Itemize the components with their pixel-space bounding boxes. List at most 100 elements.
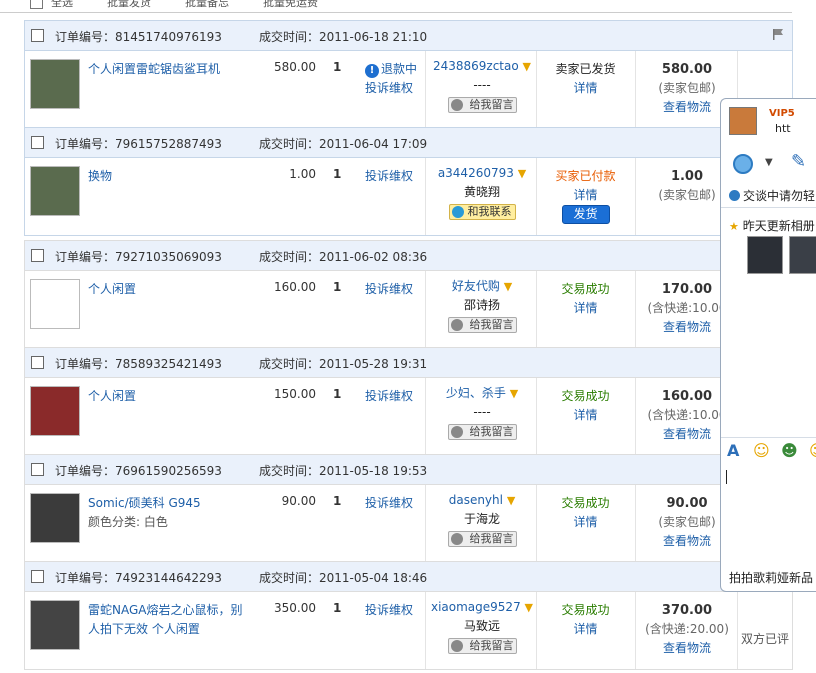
details-link[interactable]: 详情 bbox=[573, 515, 597, 529]
more-emoji-icon[interactable]: ☺ bbox=[809, 441, 816, 460]
album-photo[interactable] bbox=[747, 236, 783, 274]
refund-status-link[interactable]: 退款中 bbox=[381, 62, 417, 76]
product-link[interactable]: 个人闲置 bbox=[88, 389, 136, 403]
buyer-name: ---- bbox=[473, 405, 491, 419]
buyer-id-link[interactable]: 2438869zctao bbox=[433, 59, 519, 73]
total-price: 170.00 bbox=[661, 282, 713, 297]
select-all-label[interactable]: 全选 bbox=[51, 0, 73, 9]
divider bbox=[536, 158, 537, 235]
details-link[interactable]: 详情 bbox=[573, 622, 597, 636]
view-logistics-link[interactable]: 查看物流 bbox=[663, 641, 711, 655]
product-thumbnail[interactable] bbox=[30, 600, 80, 650]
details-link[interactable]: 详情 bbox=[573, 301, 597, 315]
order-checkbox[interactable] bbox=[31, 136, 44, 149]
chat-icon bbox=[450, 533, 463, 545]
unit-price: 350.00 bbox=[274, 601, 316, 615]
divider bbox=[737, 592, 738, 669]
product-thumbnail[interactable] bbox=[30, 386, 80, 436]
leave-message-button[interactable]: 给我留言 bbox=[447, 531, 517, 547]
product-link[interactable]: Somic/硕美科 G945 bbox=[88, 496, 201, 510]
webcam-icon[interactable] bbox=[733, 154, 753, 174]
order-checkbox[interactable] bbox=[31, 570, 44, 583]
order-checkbox[interactable] bbox=[31, 249, 44, 262]
leave-message-button[interactable]: 给我留言 bbox=[447, 317, 517, 333]
order-checkbox[interactable] bbox=[31, 29, 44, 42]
order-number: 订单编号：76961590256593 bbox=[55, 464, 222, 478]
batch-free-shipping-link[interactable]: 批量免运费 bbox=[263, 0, 318, 9]
batch-memo-link[interactable]: 批量备忘 bbox=[185, 0, 229, 9]
order-number: 订单编号：74923144642293 bbox=[55, 571, 222, 585]
leave-message-button[interactable]: 给我留言 bbox=[447, 424, 517, 440]
complaint-link[interactable]: 投诉维权 bbox=[365, 496, 413, 510]
avatar[interactable] bbox=[729, 107, 757, 135]
shipping-note: (含快递:20.00) bbox=[645, 622, 729, 636]
buyer-cell: a344260793 ▼ 黄晓翔 和我联系 bbox=[428, 164, 536, 221]
unit-price: 580.00 bbox=[274, 60, 316, 74]
order-checkbox[interactable] bbox=[31, 463, 44, 476]
divider bbox=[635, 485, 636, 562]
magic-emoji-icon[interactable]: ☻ bbox=[781, 441, 798, 460]
product-link[interactable]: 个人闲置雷蛇锯齿鲨耳机 bbox=[88, 62, 220, 76]
details-link[interactable]: 详情 bbox=[573, 408, 597, 422]
batch-ship-link[interactable]: 批量发货 bbox=[107, 0, 151, 9]
im-ad-text[interactable]: 拍拍歌莉娅新品 bbox=[729, 569, 813, 586]
microphone-icon[interactable]: ✎ bbox=[791, 151, 809, 173]
complaint-link[interactable]: 投诉维权 bbox=[365, 389, 413, 403]
divider bbox=[536, 485, 537, 562]
product-thumbnail[interactable] bbox=[30, 279, 80, 329]
buyer-id-link[interactable]: a344260793 bbox=[438, 166, 514, 180]
product-thumbnail[interactable] bbox=[30, 59, 80, 109]
unit-price: 160.00 bbox=[274, 280, 316, 294]
order-status: 交易成功 bbox=[561, 389, 610, 403]
im-url-text[interactable]: htt bbox=[775, 122, 791, 135]
order-header: 订单编号：76961590256593 成交时间：2011-05-18 19:53 bbox=[25, 455, 792, 485]
buyer-id-link[interactable]: 少妇、杀手 bbox=[446, 386, 506, 400]
product-variant: 颜色分类: 白色 bbox=[88, 515, 168, 529]
buyer-id-link[interactable]: 好友代购 bbox=[452, 279, 500, 293]
album-update[interactable]: ★ 昨天更新相册 bbox=[729, 217, 815, 234]
buyer-id-link[interactable]: xiaomage9527 bbox=[431, 600, 521, 614]
shipping-note: (卖家包邮) bbox=[658, 81, 716, 95]
unit-price: 150.00 bbox=[274, 387, 316, 401]
divider bbox=[635, 378, 636, 455]
divider bbox=[425, 485, 426, 562]
details-link[interactable]: 详情 bbox=[573, 188, 597, 202]
view-logistics-link[interactable]: 查看物流 bbox=[663, 320, 711, 334]
view-logistics-link[interactable]: 查看物流 bbox=[663, 100, 711, 114]
view-logistics-link[interactable]: 查看物流 bbox=[663, 534, 711, 548]
complaint-link[interactable]: 投诉维权 bbox=[365, 282, 413, 296]
select-all-checkbox[interactable] bbox=[30, 0, 43, 9]
chat-input-caret[interactable] bbox=[726, 470, 727, 484]
leave-message-button[interactable]: 给我留言 bbox=[447, 97, 517, 113]
star-icon: ▼ bbox=[522, 60, 532, 73]
total-price: 1.00 bbox=[670, 169, 704, 184]
quantity: 1 bbox=[333, 167, 342, 181]
product-link[interactable]: 换物 bbox=[88, 169, 112, 183]
order-card: 订单编号：76961590256593 成交时间：2011-05-18 19:53… bbox=[24, 454, 793, 563]
contact-me-button[interactable]: 和我联系 bbox=[448, 204, 516, 220]
product-thumbnail[interactable] bbox=[30, 166, 80, 216]
product-thumbnail[interactable] bbox=[30, 493, 80, 543]
order-time: 成交时间：2011-06-04 17:09 bbox=[259, 137, 428, 151]
ship-button[interactable]: 发货 bbox=[561, 205, 610, 224]
complaint-link[interactable]: 投诉维权 bbox=[365, 81, 413, 95]
complaint-link[interactable]: 投诉维权 bbox=[365, 603, 413, 617]
buyer-name: ---- bbox=[473, 78, 491, 92]
chevron-down-icon[interactable]: ▼ bbox=[765, 157, 773, 168]
details-link[interactable]: 详情 bbox=[573, 81, 597, 95]
flag-icon[interactable] bbox=[773, 29, 784, 40]
product-link[interactable]: 个人闲置 bbox=[88, 282, 136, 296]
after-sale: 投诉维权 bbox=[365, 494, 413, 513]
font-icon[interactable]: A bbox=[727, 441, 739, 460]
emoji-icon[interactable]: ☺ bbox=[753, 441, 770, 460]
order-checkbox[interactable] bbox=[31, 356, 44, 369]
buyer-id-link[interactable]: dasenyhl bbox=[449, 493, 503, 507]
buyer-name: 邵诗扬 bbox=[463, 298, 500, 312]
complaint-link[interactable]: 投诉维权 bbox=[365, 169, 413, 183]
view-logistics-link[interactable]: 查看物流 bbox=[663, 427, 711, 441]
product-link[interactable]: 雷蛇NAGA熔岩之心鼠标，别人拍下无效 个人闲置 bbox=[88, 603, 242, 636]
leave-message-button[interactable]: 给我留言 bbox=[447, 638, 517, 654]
album-photo[interactable] bbox=[789, 236, 816, 274]
after-sale: 投诉维权 bbox=[365, 280, 413, 299]
divider bbox=[536, 51, 537, 128]
